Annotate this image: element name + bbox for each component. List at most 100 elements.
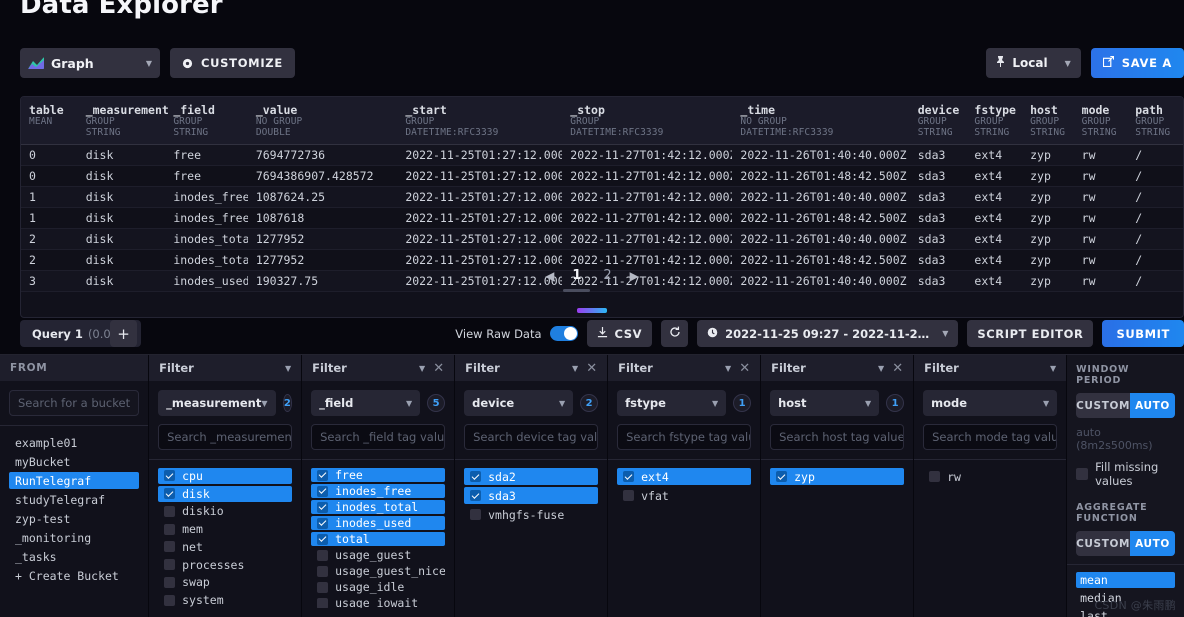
filter-value-item[interactable]: inodes_total	[311, 500, 446, 514]
filter-value-item[interactable]: vmhgfs-fuse	[464, 506, 598, 523]
customize-button[interactable]: CUSTOMIZE	[170, 48, 295, 78]
filter-value-item[interactable]: ext4	[617, 468, 752, 485]
filter-value-item[interactable]: processes	[158, 557, 292, 573]
bucket-item[interactable]: myBucket	[9, 453, 139, 470]
tag-value-search-input[interactable]: Search fstype tag values	[617, 424, 752, 450]
filter-value-item[interactable]: usage_guest_nice	[311, 564, 445, 578]
pagination-page-2[interactable]: 2	[599, 268, 615, 283]
bucket-item[interactable]: studyTelegraf	[9, 491, 139, 508]
chevron-down-icon[interactable]: ▼	[285, 364, 291, 373]
refresh-button[interactable]	[661, 320, 689, 347]
table-cell: 1087624.25	[247, 186, 398, 208]
tag-value-search-input[interactable]: Search _measurement tag values	[158, 424, 293, 450]
close-icon[interactable]: ✕	[892, 362, 903, 375]
tag-key-dropdown[interactable]: device ▼	[464, 390, 574, 416]
filter-value-item[interactable]: disk	[158, 485, 293, 502]
tag-key-dropdown[interactable]: fstype ▼	[617, 390, 727, 416]
csv-download-button[interactable]: CSV	[586, 320, 653, 347]
view-raw-data-toggle[interactable]: View Raw Data	[455, 326, 578, 341]
tag-key-label: _measurement	[166, 396, 262, 410]
filter-value-item[interactable]: rw	[923, 468, 1057, 485]
fill-missing-values-checkbox[interactable]: Fill missing values	[1076, 460, 1175, 488]
filter-value-item[interactable]: sda3	[464, 487, 599, 504]
filter-value-item[interactable]: usage_idle	[311, 580, 445, 594]
chevron-down-icon: ▼	[1064, 58, 1071, 68]
tag-key-dropdown[interactable]: _measurement ▼	[158, 390, 276, 416]
close-icon[interactable]: ✕	[586, 362, 597, 375]
timezone-dropdown[interactable]: Local ▼	[986, 48, 1081, 78]
submit-button[interactable]: SUBMIT	[1102, 320, 1184, 347]
pagination: ◀ 1 2 ▶	[0, 268, 1184, 292]
table-cell: 2022-11-26T01:40:40.000Z	[732, 228, 910, 250]
tag-key-dropdown[interactable]: host ▼	[770, 390, 880, 416]
table-cell: 0	[21, 144, 78, 166]
filter-value-item[interactable]: cpu	[158, 468, 293, 484]
chevron-down-icon[interactable]: ▼	[419, 364, 425, 373]
time-range-dropdown[interactable]: 2022-11-25 09:27 - 2022-11-2… ▼	[697, 320, 959, 347]
window-period-auto[interactable]: AUTO	[1130, 393, 1175, 418]
tag-key-dropdown[interactable]: mode ▼	[923, 390, 1058, 416]
close-icon[interactable]: ✕	[433, 362, 444, 375]
filter-value-item[interactable]: system	[158, 592, 292, 608]
tag-value-search-input[interactable]: Search device tag values	[464, 424, 599, 450]
download-icon	[597, 326, 608, 341]
bucket-item[interactable]: _tasks	[9, 548, 139, 565]
filter-value-item[interactable]: usage_guest	[311, 548, 445, 562]
raw-data-switch[interactable]	[549, 326, 578, 341]
script-editor-button[interactable]: SCRIPT EDITOR	[967, 320, 1094, 347]
bucket-search-input[interactable]: Search for a bucket	[9, 390, 140, 416]
chevron-left-icon[interactable]: ◀	[545, 269, 554, 283]
filter-value-item[interactable]: inodes_free	[311, 484, 446, 498]
filter-value-item[interactable]: total	[311, 532, 446, 546]
chevron-down-icon: ▼	[711, 398, 719, 408]
add-query-button[interactable]: +	[110, 320, 137, 347]
checkbox-icon	[1076, 468, 1089, 480]
filter-value-item[interactable]: mem	[158, 521, 292, 537]
filter-value-item[interactable]: zyp	[770, 468, 905, 485]
filter-value-item[interactable]: swap	[158, 575, 292, 591]
filter-value-label: ext4	[641, 469, 669, 484]
chevron-down-icon[interactable]: ▼	[878, 364, 884, 373]
filter-value-item[interactable]: usage_iowait	[311, 596, 445, 608]
bucket-item[interactable]: _monitoring	[9, 529, 139, 546]
bucket-item[interactable]: RunTelegraf	[9, 472, 140, 489]
table-cell: inodes_free	[165, 207, 248, 229]
chevron-down-icon[interactable]: ▼	[725, 364, 731, 373]
filter-value-item[interactable]: diskio	[158, 504, 292, 520]
window-period-toggle[interactable]: CUSTOM AUTO	[1076, 393, 1175, 418]
close-icon[interactable]: ✕	[739, 362, 750, 375]
filter-value-item[interactable]: free	[311, 468, 446, 482]
chevron-down-icon[interactable]: ▼	[572, 364, 578, 373]
auto-window-value: auto (8m2s500ms)	[1076, 426, 1153, 452]
tag-value-search-input[interactable]: Search host tag values	[770, 424, 905, 450]
save-as-button[interactable]: SAVE A	[1090, 48, 1184, 78]
filter-panel-header: Filter ▼ ✕	[761, 355, 914, 381]
bucket-item[interactable]: zyp-test	[9, 510, 139, 527]
filter-value-item[interactable]: sda2	[464, 468, 599, 485]
aggregate-function-toggle[interactable]: CUSTOM AUTO	[1076, 531, 1175, 556]
bucket-item[interactable]: example01	[9, 434, 139, 451]
table-cell: 2022-11-27T01:42:12.000Z	[562, 207, 733, 229]
bucket-list: example01 myBucket RunTelegraf studyTelegra…	[9, 434, 140, 608]
aggregate-function-item[interactable]: mean	[1076, 572, 1175, 588]
pagination-page-1[interactable]: 1	[563, 268, 591, 292]
filter-value-item[interactable]: net	[158, 539, 292, 555]
tag-key-dropdown[interactable]: _field ▼	[311, 390, 421, 416]
chevron-right-icon[interactable]: ▶	[630, 269, 639, 283]
gear-icon	[182, 58, 193, 69]
window-period-custom[interactable]: CUSTOM	[1076, 393, 1130, 418]
checkbox-icon	[623, 471, 635, 482]
filter-value-item[interactable]: vfat	[617, 487, 751, 504]
checkbox-icon	[317, 597, 329, 608]
aggregate-custom[interactable]: CUSTOM	[1076, 531, 1130, 556]
visualization-type-dropdown[interactable]: Graph ▼	[20, 48, 160, 78]
aggregate-auto[interactable]: AUTO	[1130, 531, 1175, 556]
bucket-item[interactable]: + Create Bucket	[9, 567, 139, 584]
tag-value-search-input[interactable]: Search _field tag values	[311, 424, 446, 450]
tag-value-search-input[interactable]: Search mode tag values	[923, 424, 1058, 450]
panel-resize-handle[interactable]	[577, 308, 607, 313]
chevron-down-icon[interactable]: ▼	[1050, 364, 1056, 373]
filter-value-label: sda3	[488, 488, 516, 503]
filter-value-item[interactable]: inodes_used	[311, 516, 446, 530]
table-cell: 1	[21, 207, 78, 229]
